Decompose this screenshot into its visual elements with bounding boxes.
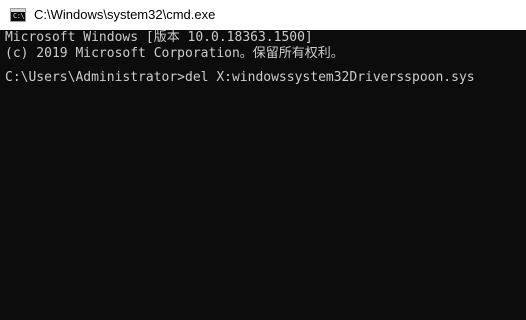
console-output[interactable]: Microsoft Windows [版本 10.0.18363.1500] (…: [0, 30, 526, 320]
command-prompt: C:\Users\Administrator>: [5, 70, 186, 85]
title-bar[interactable]: C:\ C:\Windows\system32\cmd.exe: [0, 0, 526, 30]
version-line: Microsoft Windows [版本 10.0.18363.1500]: [5, 30, 313, 45]
command-text[interactable]: del X:windowssystem32Driversspoon.sys: [185, 70, 475, 85]
icon-prompt: C:\: [13, 12, 25, 20]
cmd-console-icon[interactable]: C:\: [10, 8, 26, 22]
copyright-line: (c) 2019 Microsoft Corporation。保留所有权利。: [5, 46, 344, 61]
window-title: C:\Windows\system32\cmd.exe: [34, 7, 216, 22]
cmd-window: C:\ C:\Windows\system32\cmd.exe Microsof…: [0, 0, 526, 320]
command-line[interactable]: C:\Users\Administrator>del X:windowssyst…: [5, 70, 526, 86]
